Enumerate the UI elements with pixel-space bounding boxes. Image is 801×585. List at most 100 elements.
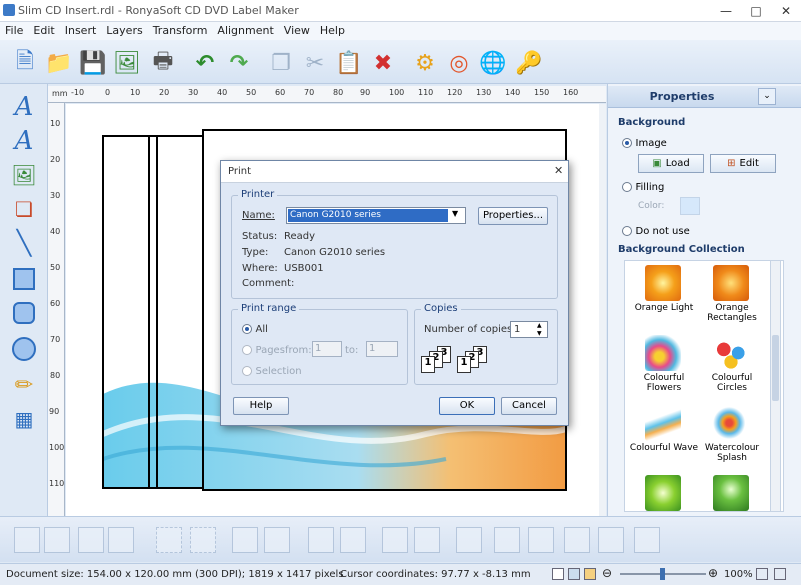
align-top-icon[interactable] (456, 527, 482, 553)
copies-group-label: Copies (421, 303, 461, 314)
menu-view[interactable]: View (279, 22, 315, 39)
to-field[interactable]: 1 (366, 341, 398, 357)
menu-edit[interactable]: Edit (28, 22, 59, 39)
menu-layers[interactable]: Layers (101, 22, 147, 39)
do-not-use-label: Do not use (635, 226, 690, 237)
close-icon[interactable]: ✕ (554, 164, 563, 177)
register-key-icon[interactable]: 🔑 (514, 48, 544, 78)
distribute-top-icon[interactable] (564, 527, 590, 553)
close-window-button[interactable]: ✕ (771, 0, 801, 22)
minimize-button[interactable]: — (711, 0, 741, 22)
distribute-bottom-icon[interactable] (634, 527, 660, 553)
snap-icon[interactable] (568, 568, 580, 580)
image-tool-icon[interactable]: 🖼 (8, 160, 40, 190)
ellipse-tool-icon[interactable] (8, 334, 40, 364)
ok-button[interactable]: OK (439, 397, 495, 415)
align-bottom-icon[interactable] (528, 527, 554, 553)
menu-alignment[interactable]: Alignment (212, 22, 278, 39)
canvas-scrollbar[interactable] (599, 104, 606, 516)
ungroup-icon[interactable] (190, 527, 216, 553)
copy-icon[interactable]: ❐ (266, 48, 296, 78)
ruler-tick: 140 (505, 88, 521, 97)
align-middle-icon[interactable] (494, 527, 520, 553)
filling-radio[interactable]: Filling (622, 180, 664, 193)
same-width-icon[interactable] (232, 527, 258, 553)
printer-properties-button[interactable]: Properties... (478, 207, 548, 225)
actual-size-icon[interactable] (774, 568, 786, 580)
help-lifebuoy-icon[interactable]: ◎ (444, 48, 474, 78)
pencil-tool-icon[interactable]: ✏ (8, 370, 40, 400)
load-button[interactable]: ▣ Load (638, 154, 704, 173)
spin-down-icon[interactable]: ▼ (537, 330, 542, 337)
menu-file[interactable]: File (0, 22, 28, 39)
flip-vertical-icon[interactable] (414, 527, 440, 553)
ruler-tick: 20 (50, 155, 61, 164)
ruler-tick: 100 (389, 88, 405, 97)
menu-insert[interactable]: Insert (60, 22, 102, 39)
group-icon[interactable] (156, 527, 182, 553)
menu-help[interactable]: Help (315, 22, 350, 39)
line-tool-icon[interactable]: ╲ (8, 228, 40, 258)
send-backward-icon[interactable] (108, 527, 134, 553)
rounded-rectangle-tool-icon[interactable] (8, 298, 40, 328)
align-center-icon[interactable] (44, 527, 70, 553)
guides-icon[interactable] (584, 568, 596, 580)
printer-name-value: Canon G2010 series (288, 209, 448, 222)
tools-sidebar: A A 🖼 ❏ ╲ ✏ ▦ (0, 84, 48, 516)
printer-name-select[interactable]: Canon G2010 series ▼ (286, 207, 466, 224)
selection-radio[interactable]: Selection (242, 364, 302, 377)
paste-icon[interactable]: 📋 (334, 48, 364, 78)
scrollbar-thumb[interactable] (772, 335, 779, 401)
same-height-icon[interactable] (264, 527, 290, 553)
settings-gear-icon[interactable]: ⚙ (410, 48, 440, 78)
ruler-tick: 80 (50, 371, 61, 380)
image-radio-label: Image (635, 138, 667, 149)
cancel-button[interactable]: Cancel (501, 397, 557, 415)
maximize-button[interactable]: □ (741, 0, 771, 22)
radio-icon (242, 345, 252, 355)
web-globe-icon[interactable]: 🌐 (478, 48, 508, 78)
flip-horizontal-icon[interactable] (382, 527, 408, 553)
help-button[interactable]: Help (233, 397, 289, 415)
rectangle-tool-icon[interactable] (8, 264, 40, 294)
collection-scrollbar[interactable] (770, 260, 781, 512)
pages-radio[interactable]: Pages (242, 343, 285, 356)
undo-icon[interactable]: ↶ (190, 48, 220, 78)
zoom-in-icon[interactable]: ⊕ (708, 566, 718, 580)
print-icon[interactable]: 🖶 (148, 48, 178, 78)
rotate-left-icon[interactable] (308, 527, 334, 553)
distribute-middle-icon[interactable] (598, 527, 624, 553)
text-tool-icon[interactable]: A (8, 92, 40, 122)
fit-page-icon[interactable] (756, 568, 768, 580)
ruler-tick: 50 (50, 263, 61, 272)
redo-icon[interactable]: ↷ (224, 48, 254, 78)
save-icon[interactable]: 💾 (78, 48, 108, 78)
zoom-out-icon[interactable]: ⊖ (602, 566, 612, 580)
delete-icon[interactable]: ✖ (368, 48, 398, 78)
cut-icon[interactable]: ✂ (300, 48, 330, 78)
bring-forward-icon[interactable] (78, 527, 104, 553)
all-radio[interactable]: All (242, 322, 268, 335)
new-document-icon[interactable]: 🗎 (10, 48, 40, 78)
align-left-icon[interactable] (14, 527, 40, 553)
rotate-right-icon[interactable] (340, 527, 366, 553)
from-field[interactable]: 1 (312, 341, 342, 357)
background-collection-list[interactable]: Orange Light Orange Rectangles Colourful… (624, 260, 784, 512)
grid-icon[interactable] (552, 568, 564, 580)
dropdown-arrow-icon[interactable]: ▼ (452, 209, 458, 218)
image-radio[interactable]: Image (622, 136, 667, 149)
copies-spinbox[interactable]: 1 ▲ ▼ (510, 321, 548, 338)
chevron-down-icon[interactable]: ⌄ (758, 88, 776, 105)
table-tool-icon[interactable]: ▦ (8, 404, 40, 434)
type-label: Type: (242, 247, 269, 258)
color-swatch[interactable] (680, 197, 700, 215)
curved-text-tool-icon[interactable]: A (8, 126, 40, 156)
do-not-use-radio[interactable]: Do not use (622, 224, 690, 237)
open-folder-icon[interactable]: 📁 (44, 48, 74, 78)
menu-transform[interactable]: Transform (148, 22, 213, 39)
spin-up-icon[interactable]: ▲ (537, 322, 542, 329)
clipart-tool-icon[interactable]: ❏ (8, 194, 40, 224)
edit-button[interactable]: ⊞ Edit (710, 154, 776, 173)
save-image-icon[interactable]: 🖼 (112, 48, 142, 78)
zoom-slider-thumb[interactable] (660, 568, 665, 580)
